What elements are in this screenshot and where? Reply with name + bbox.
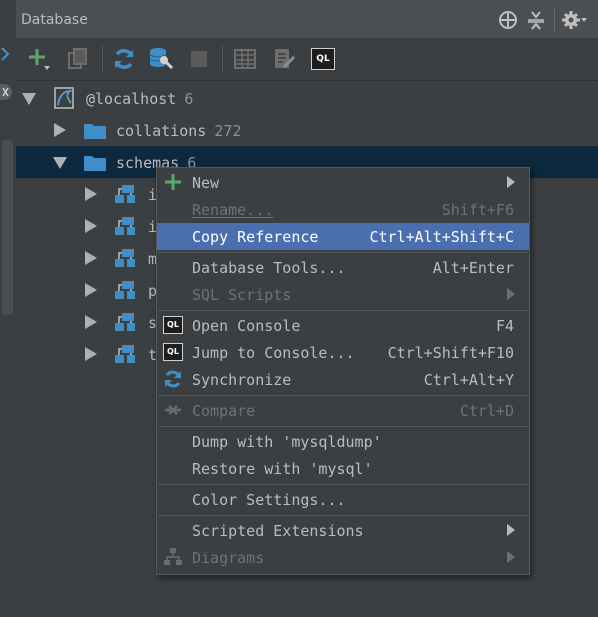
menu-item-label: Diagrams [192, 549, 265, 567]
menu-item-synchronize[interactable]: Synchronize Ctrl+Alt+Y [157, 366, 529, 393]
datasource-properties-icon[interactable] [148, 46, 174, 72]
copy-icon[interactable] [64, 46, 90, 72]
database-toolbar: QL [16, 38, 598, 81]
schema-icon [114, 344, 136, 364]
collations-count: 272 [214, 122, 242, 140]
left-tool-strip [0, 0, 17, 617]
menu-item-label: Dump with 'mysqldump' [192, 433, 382, 451]
refresh-icon [163, 369, 183, 389]
add-icon [163, 172, 183, 192]
collapse-all-icon[interactable] [525, 9, 547, 31]
menu-item-shortcut: Shift+F6 [441, 201, 514, 219]
menu-item-restore[interactable]: Restore with 'mysql' [157, 455, 529, 482]
menu-item-color-settings[interactable]: Color Settings... [157, 486, 529, 513]
menu-item-sql-scripts[interactable]: SQL Scripts [157, 281, 529, 308]
menu-item-label: Jump to Console... [192, 344, 355, 362]
table-view-icon[interactable] [232, 46, 258, 72]
host-label: @localhost 6 [86, 90, 194, 108]
console-badge: QL [311, 48, 335, 70]
submenu-arrow-icon [507, 176, 515, 188]
submenu-arrow-icon [507, 551, 515, 563]
host-count: 6 [184, 90, 194, 108]
expand-arrow-icon[interactable] [85, 187, 97, 201]
menu-item-shortcut: Ctrl+Shift+F10 [387, 344, 514, 362]
collations-label: collations 272 [116, 122, 242, 140]
menu-item-scripted-extensions[interactable]: Scripted Extensions [157, 517, 529, 544]
menu-item-label: SQL Scripts [192, 286, 292, 304]
context-menu: New Rename... Shift+F6 Copy Reference Ct… [156, 167, 530, 575]
console-icon[interactable]: QL [310, 46, 336, 72]
menu-item-copy-reference[interactable]: Copy Reference Ctrl+Alt+Shift+C [157, 223, 529, 250]
expand-arrow-icon[interactable] [85, 283, 97, 297]
menu-item-shortcut: F4 [495, 317, 514, 335]
menu-item-label: New [192, 174, 220, 192]
tree-node-collations[interactable]: collations 272 [16, 114, 598, 146]
menu-item-label: Open Console [192, 317, 301, 335]
schema-icon [114, 216, 136, 236]
submenu-arrow-icon [507, 288, 515, 300]
menu-item-shortcut: Ctrl+Alt+Shift+C [369, 228, 515, 246]
menu-item-diagrams[interactable]: Diagrams [157, 544, 529, 571]
panel-header: Database [16, 0, 598, 39]
menu-item-label: Scripted Extensions [192, 522, 364, 540]
collapse-arrow-icon[interactable] [22, 93, 36, 105]
menu-item-label: Rename... [192, 201, 274, 219]
menu-item-label: Color Settings... [192, 491, 346, 509]
menu-item-label: Database Tools... [192, 259, 346, 277]
edit-icon[interactable] [271, 46, 297, 72]
menu-item-database-tools[interactable]: Database Tools... Alt+Enter [157, 254, 529, 281]
strip-arrow-icon[interactable] [0, 44, 10, 66]
compare-icon [163, 400, 183, 420]
folder-icon [84, 122, 106, 139]
folder-icon [84, 154, 106, 171]
submenu-arrow-icon [507, 524, 515, 536]
menu-item-open-console[interactable]: QL Open Console F4 [157, 312, 529, 339]
menu-item-label: Compare [192, 402, 256, 420]
collapse-tab[interactable] [0, 84, 12, 100]
panel-title: Database [21, 12, 88, 28]
menu-item-label: Synchronize [192, 371, 292, 389]
expand-arrow-icon[interactable] [85, 315, 97, 329]
diagram-icon [163, 547, 183, 567]
expand-arrow-icon[interactable] [85, 347, 97, 361]
schema-icon [114, 280, 136, 300]
menu-item-label: Copy Reference [192, 228, 319, 246]
menu-item-jump-to-console[interactable]: QL Jump to Console... Ctrl+Shift+F10 [157, 339, 529, 366]
stop-icon[interactable] [186, 46, 212, 72]
gear-icon[interactable] [561, 9, 587, 31]
crosshair-icon[interactable] [497, 9, 519, 31]
menu-item-shortcut: Ctrl+D [459, 402, 514, 420]
add-icon[interactable] [26, 46, 52, 72]
tree-node-localhost[interactable]: @localhost 6 [16, 82, 598, 114]
schema-icon [114, 184, 136, 204]
menu-item-shortcut: Ctrl+Alt+Y [423, 371, 514, 389]
expand-arrow-icon[interactable] [85, 251, 97, 265]
menu-item-shortcut: Alt+Enter [432, 259, 514, 277]
schema-icon [114, 248, 136, 268]
expand-arrow-icon[interactable] [54, 123, 66, 137]
menu-item-dump[interactable]: Dump with 'mysqldump' [157, 428, 529, 455]
menu-item-new[interactable]: New [157, 169, 529, 196]
collapse-arrow-icon[interactable] [53, 157, 67, 169]
menu-item-compare[interactable]: Compare Ctrl+D [157, 397, 529, 424]
console-icon: QL [163, 342, 183, 362]
scrollbar-thumb[interactable] [2, 140, 13, 315]
menu-item-rename[interactable]: Rename... Shift+F6 [157, 196, 529, 223]
console-icon: QL [163, 315, 183, 335]
schema-icon [114, 312, 136, 332]
menu-item-label: Restore with 'mysql' [192, 460, 373, 478]
mysql-datasource-icon [52, 86, 76, 114]
expand-arrow-icon[interactable] [85, 219, 97, 233]
refresh-icon[interactable] [111, 46, 137, 72]
